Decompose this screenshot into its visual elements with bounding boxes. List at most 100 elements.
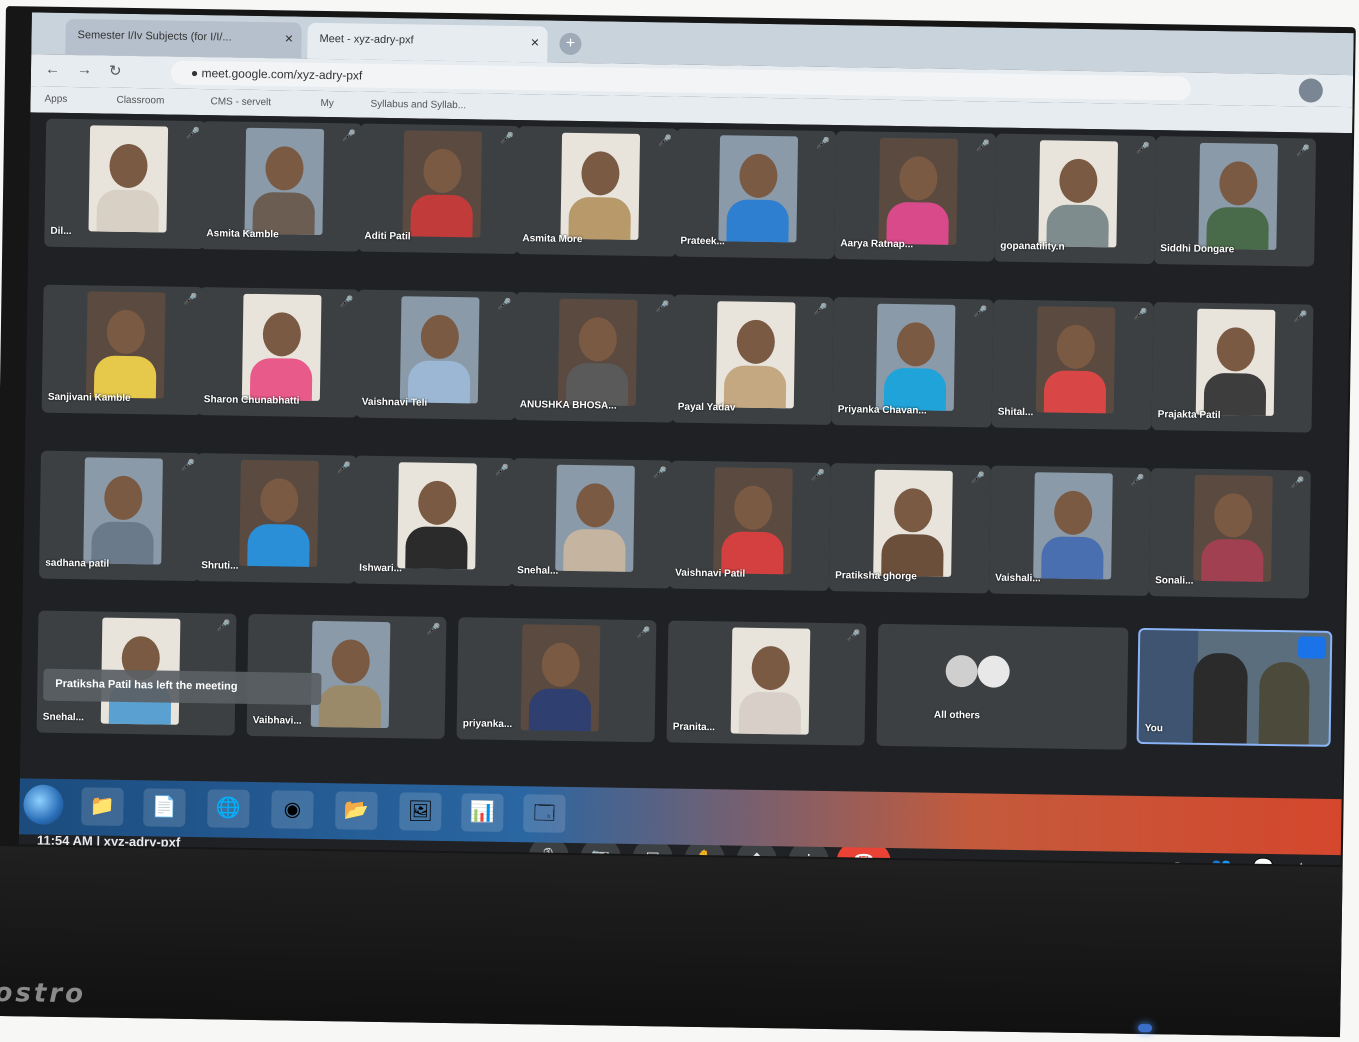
laptop-brand: ostro [0, 977, 87, 1010]
participant-tile[interactable]: 🎤 Vaishnavi Teli [355, 289, 518, 421]
participant-tile[interactable]: 🎤 Aditi Patil [358, 123, 521, 255]
participant-name: Prajakta Patil [1157, 409, 1221, 422]
mic-muted-icon: 🎤 [970, 472, 985, 485]
bookmark-item[interactable]: My [320, 98, 334, 109]
participant-name: Asmita Kamble [206, 228, 279, 241]
avatar [1053, 490, 1093, 536]
participant-tile[interactable]: 🎤 Prajakta Patil [1151, 302, 1314, 433]
others-label: All others [933, 709, 981, 722]
participant-tile[interactable]: 🎤 Ishwari... [352, 455, 515, 587]
mic-muted-icon: 🎤 [186, 127, 201, 141]
participant-tile[interactable]: 🎤 Prateek... [674, 128, 837, 260]
participant-tile[interactable]: 🎤 Sanjivani Kamble [41, 284, 204, 416]
avatar [899, 156, 938, 201]
participant-name: Pratiksha ghorge [835, 570, 917, 583]
meet-video-grid: 🎤 Dil... 🎤 Asmita Kamble 🎤 Aditi Patil 🎤 Asmita… [18, 112, 1353, 866]
app-icon[interactable]: 📁 [81, 787, 124, 826]
mic-muted-icon: 🎤 [652, 467, 667, 480]
mic-muted-icon: 🎤 [339, 296, 354, 309]
participant-tile[interactable]: 🎤 sadhana patil [39, 450, 202, 582]
app-icon[interactable]: 🖼 [399, 792, 442, 831]
laptop: Semester I/Iv Subjects (for I/I/... ✕ Me… [0, 6, 1356, 1038]
participant-tile[interactable]: 🎤 Sharon Chunabhatti [197, 287, 360, 418]
participant-tile[interactable]: 🎤 Asmita Kamble [200, 121, 363, 252]
video-frame [715, 301, 796, 409]
participant-tile[interactable]: 🎤 Sonali... [1148, 468, 1311, 599]
chat-icon[interactable]: 💬 [1252, 858, 1273, 865]
participant-tile[interactable]: 🎤 Shital... [991, 299, 1154, 431]
app-icon[interactable]: 🗔 [523, 794, 566, 833]
left-meeting-notification: Pratiksha Patil has left the meeting [43, 668, 322, 706]
participant-name: Shruti... [201, 560, 239, 572]
participant-tile[interactable]: 🎤 Asmita More [516, 126, 679, 257]
reload-icon[interactable]: ↻ [109, 62, 122, 80]
forward-icon[interactable]: → [77, 61, 92, 78]
new-tab-icon[interactable]: + [559, 32, 582, 56]
participant-tile[interactable]: 🎤 priyanka... [456, 617, 657, 743]
chrome-icon[interactable]: ◉ [271, 790, 314, 829]
participant-tile[interactable]: 🎤 Aarya Ratnap... [834, 131, 997, 262]
participant-tile[interactable]: 🎤 Pranita... [666, 620, 867, 746]
participant-tile[interactable]: 🎤 Siddhi Dongare [1154, 136, 1317, 267]
avatar [1059, 158, 1098, 204]
bookmark-item[interactable]: CMS - servelt [210, 96, 271, 108]
divider: | [96, 833, 104, 849]
people-icon[interactable]: 👥 [1210, 857, 1231, 865]
app-icon[interactable]: 📂 [335, 791, 378, 830]
mic-muted-icon: 🎤 [658, 135, 673, 148]
bookmark-item[interactable]: Classroom [116, 95, 164, 107]
video-frame [557, 298, 638, 406]
mic-muted-icon: 🎤 [810, 469, 825, 482]
participant-tile[interactable]: 🎤 Dil... [44, 118, 207, 250]
video-frame [399, 296, 480, 404]
mic-muted-icon: 🎤 [426, 623, 441, 636]
others-tile[interactable]: All others [876, 623, 1129, 750]
bookmark-item[interactable]: Apps [44, 94, 67, 105]
app-icon[interactable]: 📄 [143, 788, 186, 827]
participant-tile[interactable]: 🎤 Pratiksha ghorge [828, 463, 991, 594]
participant-tile[interactable]: 🎤 Snehal... [510, 458, 673, 589]
participant-tile[interactable]: 🎤 Vaishnavi Patil [668, 460, 831, 591]
participant-name: Sonali... [1155, 575, 1194, 587]
participant-tile[interactable]: 🎤 Vaishali... [988, 465, 1151, 597]
avatar [739, 153, 778, 199]
self-view-tile[interactable]: You [1136, 627, 1333, 747]
mic-muted-icon: 🎤 [216, 620, 231, 633]
app-icon[interactable]: 📊 [461, 793, 504, 832]
video-frame [88, 125, 169, 233]
avatar [733, 485, 773, 531]
participant-name: Asmita More [522, 233, 583, 246]
start-button[interactable] [23, 784, 64, 825]
video-frame [1193, 474, 1273, 582]
bookmark-item[interactable]: Syllabus and Syllab... [370, 99, 466, 112]
video-frame [239, 459, 319, 567]
avatar [1056, 324, 1096, 370]
avatar [751, 645, 791, 691]
more-options-icon[interactable] [1297, 636, 1327, 659]
participant-tile[interactable]: 🎤 Shruti... [194, 453, 357, 584]
video-frame [85, 291, 166, 399]
activities-icon[interactable]: △ [1294, 858, 1307, 865]
participant-name: Sharon Chunabhatti [203, 394, 300, 407]
participant-tile[interactable]: 🎤 Payal Yadav [671, 294, 834, 426]
avatar [109, 143, 148, 189]
profile-avatar[interactable] [1298, 78, 1324, 103]
participant-name: Dil... [50, 225, 72, 238]
close-icon[interactable]: ✕ [530, 36, 539, 49]
participant-tile[interactable]: 🎤 gopanatility.n [994, 133, 1157, 265]
video-frame [1195, 308, 1276, 416]
laptop-bezel [0, 845, 1343, 1038]
browser-tab-active[interactable]: Meet - xyz-adry-pxf ✕ [307, 22, 548, 63]
video-frame [83, 457, 163, 565]
avatar [893, 488, 933, 533]
mic-muted-icon: 🎤 [655, 301, 670, 314]
participant-tile[interactable]: 🎤 ANUSHKA BHOSA... [513, 292, 676, 423]
browser-icon[interactable]: 🌐 [207, 789, 250, 828]
back-icon[interactable]: ← [45, 61, 60, 78]
avatar [1216, 327, 1256, 372]
participant-tile[interactable]: 🎤 Priyanka Chavan... [831, 297, 994, 428]
avatar [106, 309, 146, 355]
browser-tab[interactable]: Semester I/Iv Subjects (for I/I/... ✕ [65, 18, 302, 59]
close-icon[interactable]: ✕ [284, 32, 293, 45]
mic-muted-icon: 🎤 [336, 462, 351, 475]
